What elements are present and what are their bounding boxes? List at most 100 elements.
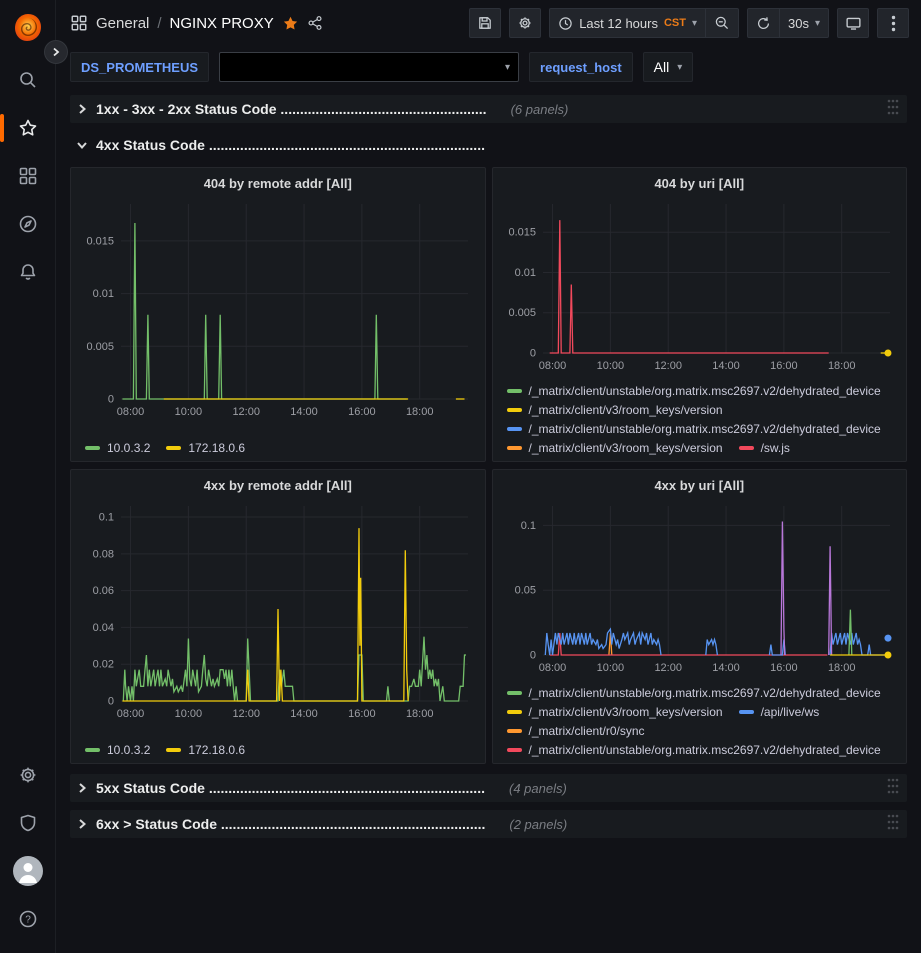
y-axis-tick-label: 0.06 — [93, 585, 114, 597]
y-axis-tick-label: 0.02 — [93, 659, 114, 671]
request-host-select[interactable]: All ▾ — [643, 52, 694, 82]
x-axis-tick-label: 12:00 — [654, 360, 682, 372]
legend-item[interactable]: /_matrix/client/unstable/org.matrix.msc2… — [507, 743, 881, 757]
chevron-down-icon: ▾ — [677, 62, 682, 73]
expand-sidebar-button[interactable] — [44, 40, 68, 64]
legend-item[interactable]: /_matrix/client/r0/sync — [507, 724, 645, 738]
sidebar-item-configuration[interactable] — [8, 755, 48, 795]
tv-mode-button[interactable] — [837, 8, 869, 38]
drag-handle-icon[interactable] — [887, 778, 899, 799]
refresh-button[interactable] — [748, 9, 779, 37]
row-1xx-3xx-2xx[interactable]: 1xx - 3xx - 2xx Status Code ............… — [70, 95, 907, 123]
x-axis-tick-label: 10:00 — [596, 360, 624, 372]
legend-item[interactable]: 172.18.0.6 — [166, 441, 245, 455]
y-axis-tick-label: 0.005 — [508, 307, 536, 319]
row-title: 1xx - 3xx - 2xx Status Code ............… — [96, 101, 487, 117]
drag-handle-icon[interactable] — [887, 814, 899, 835]
row-6xx[interactable]: 6xx > Status Code ......................… — [70, 810, 907, 838]
legend-swatch-icon — [507, 691, 522, 695]
row-title: 5xx Status Code ........................… — [96, 780, 485, 796]
panel-title[interactable]: 4xx by remote addr [All] — [79, 476, 477, 497]
x-axis-tick-label: 14:00 — [290, 708, 318, 720]
datasource-select[interactable]: ▾ — [219, 52, 519, 82]
expand-sidebar-icon — [51, 47, 61, 57]
legend-label: /_matrix/client/unstable/org.matrix.msc2… — [529, 384, 881, 398]
legend-item[interactable]: 10.0.3.2 — [85, 743, 150, 757]
more-options-button[interactable] — [877, 8, 909, 38]
zoom-out-button[interactable] — [705, 9, 738, 37]
refresh-interval-picker[interactable]: 30s ▾ — [779, 9, 828, 37]
chevron-down-icon: ▾ — [815, 18, 820, 29]
legend-swatch-icon — [507, 748, 522, 752]
row-5xx[interactable]: 5xx Status Code ........................… — [70, 774, 907, 802]
panel-title[interactable]: 4xx by uri [All] — [501, 476, 899, 497]
grafana-logo[interactable] — [10, 10, 46, 46]
legend-label: /_matrix/client/v3/room_keys/version — [529, 403, 723, 417]
legend-item[interactable]: 10.0.3.2 — [85, 441, 150, 455]
y-axis-tick-label: 0 — [529, 650, 535, 662]
y-axis-tick-label: 0.01 — [93, 288, 114, 300]
legend-item[interactable]: /sw.js — [739, 441, 790, 455]
legend-label: 172.18.0.6 — [188, 743, 245, 757]
legend-item[interactable]: /_matrix/client/unstable/org.matrix.msc2… — [507, 384, 881, 398]
legend-swatch-icon — [166, 748, 181, 752]
save-dashboard-button[interactable] — [469, 8, 501, 38]
timezone-label: CST — [664, 17, 686, 29]
legend-item[interactable]: /_matrix/client/v3/room_keys/version — [507, 403, 723, 417]
panel-title[interactable]: 404 by uri [All] — [501, 174, 899, 195]
dashboard-settings-button[interactable] — [509, 8, 541, 38]
starred-icon — [18, 118, 38, 138]
favorite-star-icon[interactable] — [282, 15, 299, 32]
sidebar-item-explore[interactable] — [8, 204, 48, 244]
series-point — [884, 652, 891, 659]
row-panel-count: (4 panels) — [509, 781, 567, 796]
row-4xx[interactable]: 4xx Status Code ........................… — [70, 131, 907, 159]
series-line — [828, 546, 831, 655]
sidebar-item-dashboards[interactable] — [8, 156, 48, 196]
x-axis-tick-label: 18:00 — [827, 360, 855, 372]
request-host-variable-label: request_host — [529, 52, 633, 82]
breadcrumb-section[interactable]: General — [96, 15, 149, 32]
page-title[interactable]: NGINX PROXY — [170, 15, 274, 32]
legend-item[interactable]: /api/live/ws — [739, 705, 820, 719]
time-range-picker[interactable]: Last 12 hours CST ▾ — [550, 9, 705, 37]
panel-title[interactable]: 404 by remote addr [All] — [79, 174, 477, 195]
drag-handle-icon[interactable] — [887, 99, 899, 120]
x-axis-tick-label: 08:00 — [538, 662, 566, 674]
sidebar-item-profile[interactable] — [8, 851, 48, 891]
sidebar-item-starred[interactable] — [8, 108, 48, 148]
legend-swatch-icon — [507, 710, 522, 714]
y-axis-tick-label: 0.1 — [520, 520, 535, 532]
dashboards-icon — [18, 166, 38, 186]
y-axis-tick-label: 0.08 — [93, 548, 114, 560]
variable-datasource: DS_PROMETHEUS — [70, 52, 209, 82]
share-icon[interactable] — [307, 15, 323, 31]
x-axis-tick-label: 08:00 — [538, 360, 566, 372]
legend-item[interactable]: 172.18.0.6 — [166, 743, 245, 757]
alerting-icon — [18, 262, 38, 282]
legend-item[interactable]: /_matrix/client/unstable/org.matrix.msc2… — [507, 686, 881, 700]
server-admin-icon — [18, 813, 38, 833]
x-axis-tick-label: 12:00 — [232, 708, 260, 720]
x-axis-tick-label: 14:00 — [712, 662, 740, 674]
y-axis-tick-label: 0.01 — [514, 267, 535, 279]
sidebar-item-alerting[interactable] — [8, 252, 48, 292]
y-axis-tick-label: 0 — [108, 394, 114, 406]
sidebar-item-search[interactable] — [8, 60, 48, 100]
legend-swatch-icon — [507, 389, 522, 393]
legend-item[interactable]: /_matrix/client/v3/room_keys/version — [507, 441, 723, 455]
sidebar-item-server-admin[interactable] — [8, 803, 48, 843]
legend-item[interactable]: /_matrix/client/v3/room_keys/version — [507, 705, 723, 719]
legend-swatch-icon — [507, 408, 522, 412]
series-line — [848, 610, 851, 655]
grafana-app: ? General / NGINX PROXY — [0, 0, 921, 953]
x-axis-tick-label: 12:00 — [654, 662, 682, 674]
legend-item[interactable]: /_matrix/client/unstable/org.matrix.msc2… — [507, 422, 881, 436]
legend-label: /_matrix/client/unstable/org.matrix.msc2… — [529, 686, 881, 700]
x-axis-tick-label: 10:00 — [175, 708, 203, 720]
sidebar-item-help[interactable]: ? — [8, 899, 48, 939]
x-axis-tick-label: 18:00 — [406, 406, 434, 418]
explore-icon — [18, 214, 38, 234]
chevron-right-icon — [76, 818, 88, 830]
chevron-down-icon: ▾ — [692, 18, 697, 29]
